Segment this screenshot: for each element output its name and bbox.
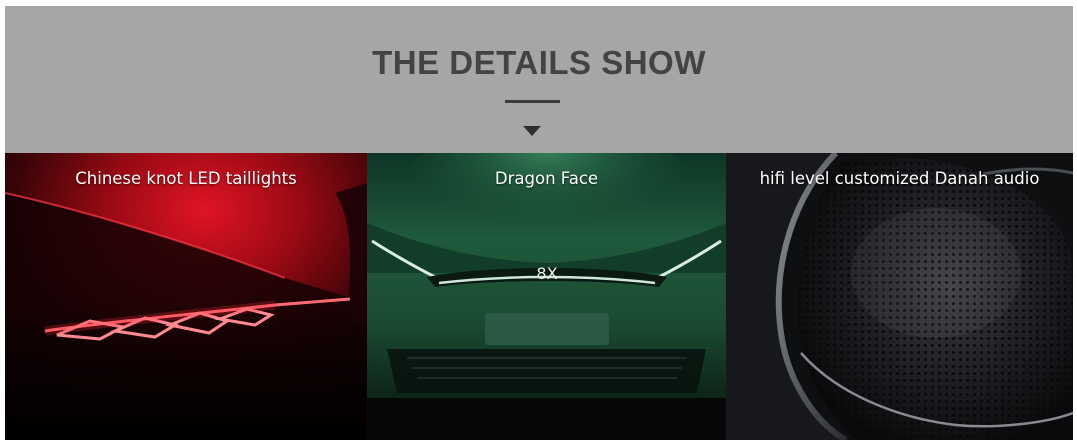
- title-underline: [505, 100, 560, 103]
- audio-panel: hifi level customized Danah audio: [726, 153, 1073, 440]
- taillights-label: Chinese knot LED taillights: [75, 169, 297, 188]
- taillights-photo: [5, 153, 367, 440]
- triangle-down-icon: [523, 126, 541, 136]
- dragon-face-label: Dragon Face: [494, 169, 599, 188]
- brand-logo-icon: 8X: [536, 264, 557, 283]
- taillights-panel: Chinese knot LED taillights: [5, 153, 367, 440]
- dragon-face-photo: 8X: [367, 153, 726, 440]
- speaker-grille-photo: [726, 153, 1073, 440]
- banner-title: THE DETAILS SHOW: [372, 44, 706, 81]
- audio-label: hifi level customized Danah audio: [759, 169, 1040, 188]
- details-banner: THE DETAILS SHOW: [5, 6, 1073, 153]
- dragon-face-panel: 8X Dragon Face: [367, 153, 726, 440]
